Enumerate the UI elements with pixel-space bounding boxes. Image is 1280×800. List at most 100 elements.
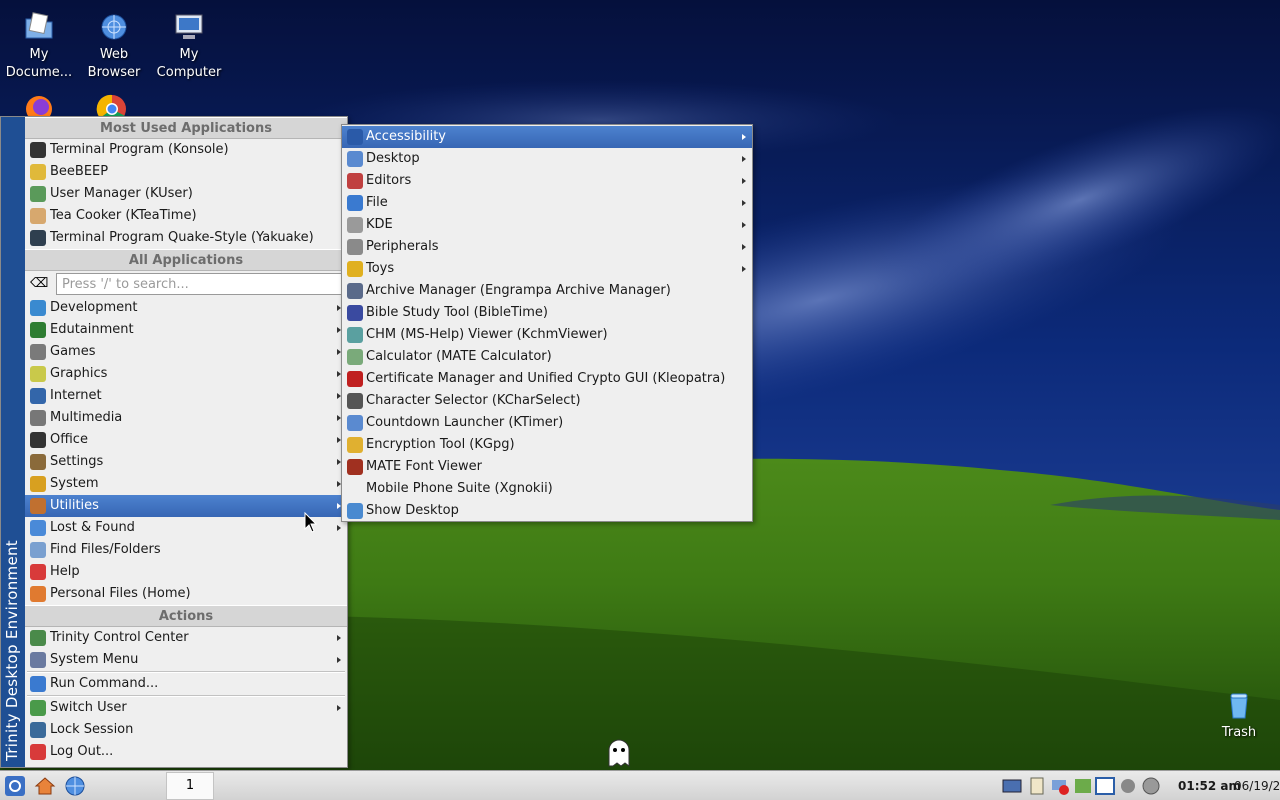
utilities-item-bible-study-tool-bibletime[interactable]: Bible Study Tool (BibleTime) bbox=[342, 302, 752, 324]
category-system[interactable]: System bbox=[25, 473, 347, 495]
calculator-icon bbox=[347, 349, 363, 365]
tde-menu-button[interactable] bbox=[3, 774, 27, 798]
utilities-item-desktop[interactable]: Desktop bbox=[342, 148, 752, 170]
menu-item-label: Utilities bbox=[50, 498, 99, 513]
show-desktop-icon bbox=[347, 503, 363, 519]
submenu-arrow-icon bbox=[742, 156, 746, 162]
category-development[interactable]: Development bbox=[25, 297, 347, 319]
clock-date[interactable]: 06/19/23 bbox=[1234, 779, 1280, 793]
utilities-item-chm-ms-help-viewer-kchmviewer[interactable]: CHM (MS-Help) Viewer (KchmViewer) bbox=[342, 324, 752, 346]
most-used-terminal-program-konsole[interactable]: Terminal Program (Konsole) bbox=[25, 139, 347, 161]
utilities-item-editors[interactable]: Editors bbox=[342, 170, 752, 192]
teatime-icon bbox=[30, 208, 46, 224]
action-lock-session[interactable]: Lock Session bbox=[25, 719, 347, 741]
graphics-icon bbox=[30, 366, 46, 382]
category-internet[interactable]: Internet bbox=[25, 385, 347, 407]
home-folder-button[interactable] bbox=[33, 774, 57, 798]
menu-item-label: System Menu bbox=[50, 652, 139, 667]
category-help[interactable]: Help bbox=[25, 561, 347, 583]
menu-item-label: Accessibility bbox=[366, 129, 446, 144]
utilities-item-character-selector-kcharselect[interactable]: Character Selector (KCharSelect) bbox=[342, 390, 752, 412]
menu-side-label: Trinity Desktop Environment bbox=[3, 539, 21, 761]
menu-item-label: Peripherals bbox=[366, 239, 439, 254]
font-viewer-icon bbox=[347, 459, 363, 475]
category-office[interactable]: Office bbox=[25, 429, 347, 451]
folder-documents-icon bbox=[22, 10, 56, 44]
desktop-icon-firefox[interactable] bbox=[0, 88, 78, 122]
menu-item-label: Editors bbox=[366, 173, 412, 188]
category-utilities[interactable]: Utilities bbox=[25, 495, 347, 517]
category-settings[interactable]: Settings bbox=[25, 451, 347, 473]
utilities-item-peripherals[interactable]: Peripherals bbox=[342, 236, 752, 258]
utilities-item-show-desktop[interactable]: Show Desktop bbox=[342, 500, 752, 522]
desktop-icon-label: Browser bbox=[87, 65, 141, 80]
desktop-icon-trash[interactable]: Trash bbox=[1200, 682, 1278, 742]
desktop-pager-1[interactable]: 1 bbox=[166, 772, 214, 800]
utilities-item-calculator-mate-calculator[interactable]: Calculator (MATE Calculator) bbox=[342, 346, 752, 368]
ghost-icon bbox=[606, 738, 632, 768]
web-browser-launcher[interactable] bbox=[63, 774, 87, 798]
category-edutainment[interactable]: Edutainment bbox=[25, 319, 347, 341]
utilities-item-encryption-tool-kgpg[interactable]: Encryption Tool (KGpg) bbox=[342, 434, 752, 456]
menu-item-label: Character Selector (KCharSelect) bbox=[366, 393, 581, 408]
utilities-item-certificate-manager-and-unified-crypto-gui-kleopatra[interactable]: Certificate Manager and Unified Crypto G… bbox=[342, 368, 752, 390]
action-trinity-control-center[interactable]: Trinity Control Center bbox=[25, 627, 347, 649]
category-multimedia[interactable]: Multimedia bbox=[25, 407, 347, 429]
menu-item-label: Games bbox=[50, 344, 96, 359]
most-used-terminal-program-quake-style-yakuake[interactable]: Terminal Program Quake-Style (Yakuake) bbox=[25, 227, 347, 249]
utilities-item-archive-manager-engrampa-archive-manager[interactable]: Archive Manager (Engrampa Archive Manage… bbox=[342, 280, 752, 302]
most-used-beebeep[interactable]: BeeBEEP bbox=[25, 161, 347, 183]
most-used-user-manager-kuser[interactable]: User Manager (KUser) bbox=[25, 183, 347, 205]
display-tray-icon[interactable] bbox=[1095, 776, 1115, 796]
most-used-tea-cooker-kteatime[interactable]: Tea Cooker (KTeaTime) bbox=[25, 205, 347, 227]
category-games[interactable]: Games bbox=[25, 341, 347, 363]
menu-item-label: Encryption Tool (KGpg) bbox=[366, 437, 515, 452]
action-run-command[interactable]: Run Command... bbox=[25, 673, 347, 695]
category-graphics[interactable]: Graphics bbox=[25, 363, 347, 385]
desktop-icon-my-computer[interactable]: My Computer bbox=[150, 4, 228, 82]
desktop-icon-chrome[interactable] bbox=[73, 88, 151, 125]
network-disconnected-tray-icon[interactable] bbox=[1050, 776, 1070, 796]
application-menu: Trinity Desktop Environment Most Used Ap… bbox=[0, 116, 348, 768]
desktop-icon bbox=[347, 151, 363, 167]
bibletime-icon bbox=[347, 305, 363, 321]
klipper-tray-icon[interactable] bbox=[1027, 776, 1047, 796]
volume-tray-icon[interactable] bbox=[1141, 776, 1161, 796]
action-system-menu[interactable]: System Menu bbox=[25, 649, 347, 671]
utilities-item-mobile-phone-suite-xgnokii[interactable]: Mobile Phone Suite (Xgnokii) bbox=[342, 478, 752, 500]
editors-icon bbox=[347, 173, 363, 189]
desktop-icon-web-browser[interactable]: Web Browser bbox=[75, 4, 153, 82]
utilities-item-accessibility[interactable]: Accessibility bbox=[342, 126, 752, 148]
computer-icon bbox=[172, 10, 206, 44]
desktop-icon-label: Trash bbox=[1221, 725, 1257, 740]
games-icon bbox=[30, 344, 46, 360]
lost-found-icon bbox=[30, 520, 46, 536]
menu-item-label: Countdown Launcher (KTimer) bbox=[366, 415, 564, 430]
menu-item-label: KDE bbox=[366, 217, 393, 232]
utilities-item-file[interactable]: File bbox=[342, 192, 752, 214]
menu-item-label: Trinity Control Center bbox=[50, 630, 189, 645]
clock-time[interactable]: 01:52 am bbox=[1178, 779, 1241, 793]
settings-icon bbox=[30, 454, 46, 470]
network-tray-icon[interactable] bbox=[1002, 776, 1022, 796]
yakuake-icon bbox=[30, 230, 46, 246]
clear-search-icon[interactable]: ⌫ bbox=[30, 276, 48, 292]
search-input[interactable] bbox=[56, 273, 344, 295]
action-log-out[interactable]: Log Out... bbox=[25, 741, 347, 763]
utilities-item-countdown-launcher-ktimer[interactable]: Countdown Launcher (KTimer) bbox=[342, 412, 752, 434]
tool-tray-icon[interactable] bbox=[1118, 776, 1138, 796]
category-personal-files-home[interactable]: Personal Files (Home) bbox=[25, 583, 347, 605]
all-apps-header: All Applications bbox=[25, 249, 347, 271]
utilities-item-mate-font-viewer[interactable]: MATE Font Viewer bbox=[342, 456, 752, 478]
utilities-item-kde[interactable]: KDE bbox=[342, 214, 752, 236]
utilities-item-toys[interactable]: Toys bbox=[342, 258, 752, 280]
menu-item-label: Development bbox=[50, 300, 138, 315]
desktop-icon-my-documents[interactable]: My Docume... bbox=[0, 4, 78, 82]
action-switch-user[interactable]: Switch User bbox=[25, 697, 347, 719]
file-icon bbox=[347, 195, 363, 211]
update-tray-icon[interactable] bbox=[1073, 776, 1093, 796]
toys-icon bbox=[347, 261, 363, 277]
menu-item-label: Run Command... bbox=[50, 676, 159, 691]
category-find-files-folders[interactable]: Find Files/Folders bbox=[25, 539, 347, 561]
category-lost-found[interactable]: Lost & Found bbox=[25, 517, 347, 539]
